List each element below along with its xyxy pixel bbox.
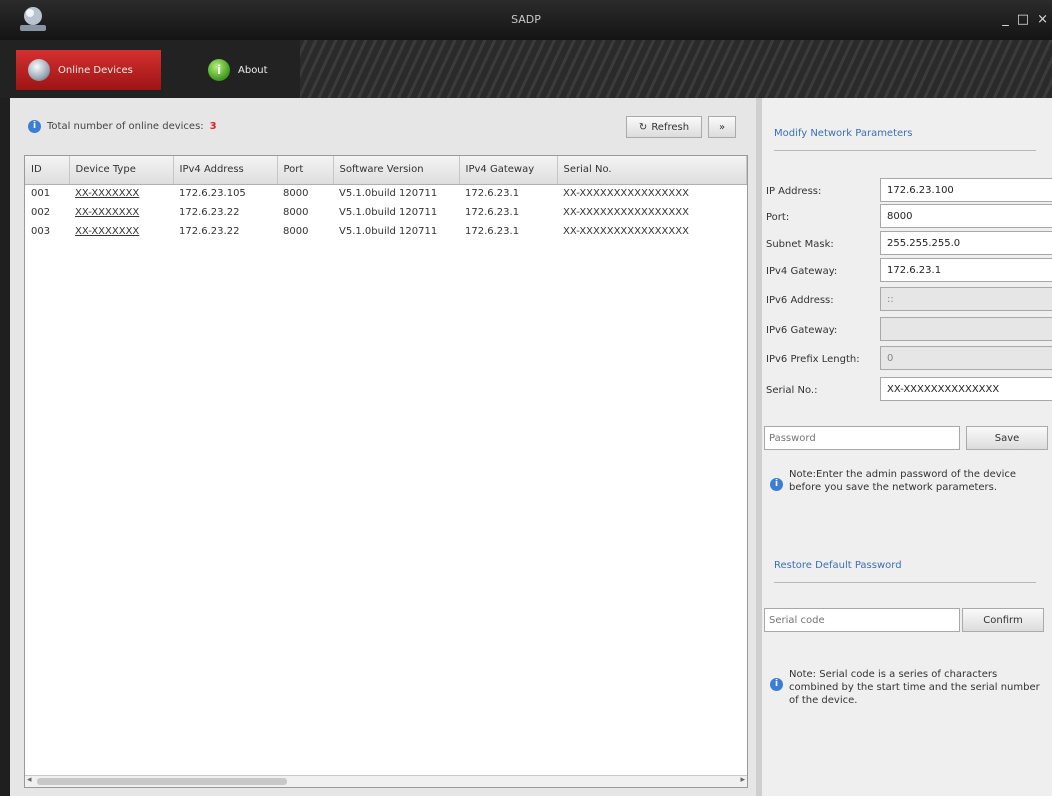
restore-note: i Note: Serial code is a series of chara… [770, 668, 1040, 707]
serial-no-input[interactable] [880, 377, 1052, 401]
cell-software-version: V5.1.0build 120711 [339, 207, 438, 218]
ipv6-prefix-label: IPv6 Prefix Length: [766, 354, 860, 365]
cell-ipv4-address: 172.6.23.22 [179, 207, 240, 218]
cell-device-type: XX-XXXXXXX [75, 207, 140, 218]
scroll-thumb[interactable] [37, 778, 287, 785]
ipv4-gateway-label: IPv4 Gateway: [766, 266, 838, 277]
minimize-icon[interactable]: _ [1002, 12, 1009, 27]
table-header-row: ID Device Type IPv4 Address Port Softwar… [25, 156, 747, 185]
cell-device-type: XX-XXXXXXX [75, 188, 140, 200]
cell-ipv4-address: 172.6.23.22 [179, 226, 240, 237]
tab-online-devices[interactable]: Online Devices [16, 50, 161, 90]
title-bar: SADP _ □ × [0, 0, 1052, 40]
cell-port: 8000 [283, 188, 309, 200]
cell-ipv4-gateway: 172.6.23.1 [465, 207, 520, 218]
cell-serial-no: XX-XXXXXXXXXXXXXXXX [563, 188, 689, 200]
info-icon: i [770, 678, 783, 691]
cell-id: 002 [31, 207, 51, 218]
info-icon: i [770, 478, 783, 491]
ipv6-address-label: IPv6 Address: [766, 295, 834, 306]
serial-code-input[interactable] [764, 608, 960, 632]
ipv6-gateway-input [880, 317, 1052, 341]
confirm-button[interactable]: Confirm [962, 608, 1044, 632]
port-input[interactable] [880, 204, 1052, 228]
tab-about[interactable]: i About [196, 50, 292, 90]
section-divider [774, 150, 1036, 151]
cell-ipv4-gateway: 172.6.23.1 [465, 226, 520, 237]
close-icon[interactable]: × [1037, 12, 1048, 27]
expand-button[interactable]: » [708, 116, 736, 138]
col-ipv4-address[interactable]: IPv4 Address [173, 156, 278, 185]
refresh-button[interactable]: ↻ Refresh [626, 116, 702, 138]
cell-port: 8000 [283, 226, 309, 237]
device-list-header: i Total number of online devices: 3 ↻ Re… [10, 112, 756, 142]
modify-note-text: Note:Enter the admin password of the dev… [789, 469, 1017, 493]
tab-label: Online Devices [58, 64, 133, 76]
restore-section-title: Restore Default Password [774, 560, 902, 571]
cell-id: 001 [31, 188, 51, 200]
tab-bar: Online Devices i About [0, 40, 1052, 98]
modify-section-title: Modify Network Parameters [774, 128, 913, 139]
subnet-mask-input[interactable] [880, 231, 1052, 255]
col-device-type[interactable]: Device Type [69, 156, 174, 185]
col-serial-no[interactable]: Serial No. [557, 156, 747, 185]
cell-port: 8000 [283, 207, 309, 218]
save-button[interactable]: Save [966, 426, 1048, 450]
port-label: Port: [766, 212, 790, 223]
online-devices-icon [28, 59, 50, 81]
cell-software-version: V5.1.0build 120711 [339, 188, 438, 200]
horizontal-scrollbar[interactable]: ◂ ▸ [25, 775, 747, 787]
cell-id: 003 [31, 226, 51, 237]
cell-serial-no: XX-XXXXXXXXXXXXXXXX [563, 226, 689, 237]
ipv6-gateway-label: IPv6 Gateway: [766, 325, 838, 336]
info-icon: i [28, 120, 41, 133]
device-table: ID Device Type IPv4 Address Port Softwar… [24, 155, 748, 788]
tab-label: About [238, 64, 268, 76]
restore-note-text: Note: Serial code is a series of charact… [789, 669, 1040, 706]
refresh-icon: ↻ [638, 121, 648, 133]
cell-software-version: V5.1.0build 120711 [339, 226, 438, 237]
refresh-label: Refresh [651, 121, 690, 133]
modify-note: i Note:Enter the admin password of the d… [770, 468, 1040, 494]
table-row[interactable]: 002 XX-XXXXXXX 172.6.23.22 8000 V5.1.0bu… [25, 203, 747, 222]
col-id[interactable]: ID [25, 156, 70, 185]
scroll-right-icon[interactable]: ▸ [740, 775, 745, 785]
left-edge [0, 98, 10, 796]
device-list-panel: i Total number of online devices: 3 ↻ Re… [10, 98, 756, 796]
section-divider [774, 582, 1036, 583]
password-input[interactable] [764, 426, 960, 450]
window-title: SADP [511, 13, 541, 26]
table-row[interactable]: 003 XX-XXXXXXX 172.6.23.22 8000 V5.1.0bu… [25, 222, 747, 241]
scroll-left-icon[interactable]: ◂ [27, 775, 32, 785]
maximize-icon[interactable]: □ [1017, 12, 1029, 27]
col-software-version[interactable]: Software Version [333, 156, 460, 185]
cell-ipv4-address: 172.6.23.105 [179, 188, 246, 200]
col-ipv4-gateway[interactable]: IPv4 Gateway [459, 156, 558, 185]
subnet-mask-label: Subnet Mask: [766, 239, 834, 250]
serial-no-label: Serial No.: [766, 385, 818, 396]
ipv6-prefix-input [880, 346, 1052, 370]
table-row[interactable]: 001 XX-XXXXXXX 172.6.23.105 8000 V5.1.0b… [25, 184, 747, 203]
cell-serial-no: XX-XXXXXXXXXXXXXXXX [563, 207, 689, 218]
ipv4-gateway-input[interactable] [880, 258, 1052, 282]
col-port[interactable]: Port [277, 156, 334, 185]
about-icon: i [208, 59, 230, 81]
cell-device-type: XX-XXXXXXX [75, 226, 140, 237]
ip-address-label: IP Address: [766, 186, 822, 197]
total-devices-label: i Total number of online devices: 3 [28, 120, 217, 133]
ipv6-address-input [880, 287, 1052, 311]
ip-address-input[interactable] [880, 178, 1052, 202]
cell-ipv4-gateway: 172.6.23.1 [465, 188, 520, 200]
total-count: 3 [209, 121, 217, 132]
modify-network-panel: Modify Network Parameters IP Address: Po… [762, 98, 1052, 796]
total-prefix: Total number of online devices: [47, 121, 204, 132]
